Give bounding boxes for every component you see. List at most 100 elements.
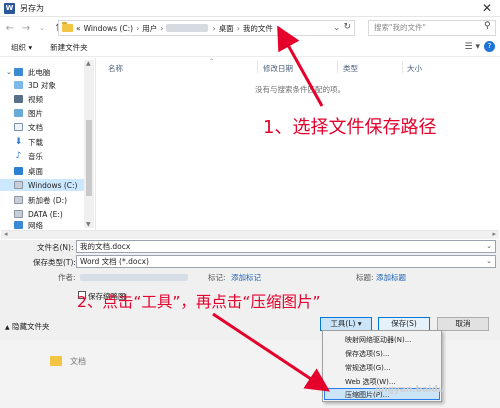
sidebar-item-label: 文档 [28, 122, 43, 132]
tags-label: 标记: [208, 273, 226, 282]
save-button[interactable]: 保存(S) [378, 317, 430, 331]
drive-icon [14, 181, 23, 189]
breadcrumb-users[interactable]: 用户 [142, 23, 157, 34]
column-header-size[interactable]: 大小 [407, 63, 422, 74]
cancel-button[interactable]: 取消 [437, 317, 489, 331]
sidebar-item-pictures[interactable]: 图片 [14, 107, 43, 119]
file-list[interactable]: ⌃ 名称 修改日期 类型 大小 没有与搜索条件匹配的项。 [97, 58, 500, 230]
sidebar-item-3d-objects[interactable]: 3D 对象 [14, 79, 56, 91]
refresh-icon[interactable]: ↻ [343, 22, 351, 32]
sidebar-item-network[interactable]: 网络 [14, 221, 43, 229]
network-icon [14, 221, 23, 229]
filename-label: 文件名(N): [37, 243, 74, 252]
navigation-pane-scrollbar[interactable]: ▲ ▼ [84, 60, 94, 228]
download-icon: ⬇ [14, 137, 23, 147]
add-title-link[interactable]: 添加标题 [376, 272, 406, 283]
column-header-name[interactable]: 名称 [108, 63, 123, 74]
help-icon[interactable]: ? [484, 41, 495, 52]
sidebar-item-this-pc[interactable]: ⌄ 此电脑 [6, 66, 50, 78]
column-header-type[interactable]: 类型 [343, 63, 358, 74]
chevron-down-icon[interactable]: ⌄ [486, 241, 492, 252]
annotation-step-2: 2、点击“工具”，再点击“压缩图片” [77, 293, 321, 311]
sidebar-item-desktop[interactable]: 桌面 [14, 165, 43, 177]
sidebar-item-windows-c[interactable]: Windows (C:) [0, 179, 84, 191]
search-input[interactable]: 搜索"我的文件" [368, 20, 496, 36]
sidebar-item-label: 下载 [28, 137, 43, 147]
title-label: 标题: [356, 273, 374, 282]
search-icon[interactable]: ⚲ [484, 21, 496, 31]
breadcrumb-username-redacted[interactable] [166, 24, 209, 32]
menu-item-map-network-drive[interactable]: 映射网络驱动器(N)... [327, 334, 437, 346]
back-arrow-icon[interactable]: ← [4, 23, 16, 34]
tools-button-label: 工具(L) [330, 319, 356, 328]
sidebar-item-label: 桌面 [28, 166, 43, 176]
scrollbar-thumb[interactable] [86, 120, 92, 196]
scroll-left-icon[interactable]: ◂ [4, 230, 8, 238]
scroll-down-icon[interactable]: ▼ [86, 221, 91, 228]
hide-folders-button[interactable]: ▲ 隐藏文件夹 [5, 321, 50, 332]
breadcrumb-current-folder[interactable]: 我的文件 [243, 23, 273, 34]
author-label: 作者: [58, 273, 76, 282]
recent-dropdown-icon[interactable]: ⌄ [36, 24, 48, 32]
breadcrumb-desktop[interactable]: 桌面 [219, 23, 234, 34]
chevron-down-icon: ▾ [357, 319, 362, 328]
address-bar[interactable]: « Windows (C:) › 用户 › › 桌面 › 我的文件 ⌄ ↻ [58, 20, 355, 36]
new-folder-button[interactable]: 新建文件夹 [50, 42, 88, 53]
folder-icon [50, 356, 62, 366]
video-icon [14, 95, 23, 103]
navigation-bar: ← → ⌄ ↑ « Windows (C:) › 用户 › › 桌面 › 我的文… [0, 17, 500, 39]
sidebar-item-new-volume-d[interactable]: 新加卷 (D:) [14, 194, 67, 206]
organize-button[interactable]: 组织 ▾ [11, 42, 32, 53]
view-options-icon[interactable]: ☰ ▾ [465, 42, 480, 52]
sidebar-item-videos[interactable]: 视频 [14, 93, 43, 105]
column-divider[interactable] [257, 61, 258, 73]
background-item-label: 文档 [70, 357, 86, 366]
save-type-select[interactable]: Word 文档 (*.docx) ⌄ [76, 255, 496, 268]
sidebar-item-label: 新加卷 (D:) [28, 195, 68, 205]
column-divider[interactable] [402, 61, 403, 73]
sidebar-item-music[interactable]: ♪ 音乐 [14, 150, 43, 162]
chevron-down-icon[interactable]: ⌄ [486, 256, 492, 267]
annotation-step-1: 1、选择文件保存路径 [263, 117, 437, 138]
sidebar-item-label: 3D 对象 [28, 80, 56, 90]
sidebar-item-label: 视频 [28, 94, 43, 104]
scroll-up-icon[interactable]: ▲ [86, 60, 91, 67]
sidebar-item-label: DATA (E:) [28, 209, 63, 219]
expand-icon[interactable]: ⌄ [6, 68, 12, 76]
column-divider[interactable] [337, 61, 338, 73]
chevron-up-icon: ▲ [5, 324, 10, 331]
chevron-right-icon: › [160, 23, 164, 33]
menu-item-general-options[interactable]: 常规选项(G)... [327, 362, 437, 374]
pictures-icon [14, 109, 23, 117]
tools-button[interactable]: 工具(L) ▾ [320, 317, 372, 331]
music-icon: ♪ [15, 151, 22, 161]
close-icon[interactable]: ✕ [482, 1, 492, 15]
folder-icon [62, 22, 73, 32]
chevron-down-icon[interactable]: ⌄ [333, 23, 340, 32]
empty-results-message: 没有与搜索条件匹配的项。 [255, 85, 345, 94]
save-type-value: Word 文档 (*.docx) [80, 257, 149, 266]
horizontal-scrollbar[interactable]: ◂ ▸ [1, 230, 499, 239]
column-header-modified[interactable]: 修改日期 [263, 63, 293, 74]
add-tags-link[interactable]: 添加标记 [231, 272, 261, 283]
3d-objects-icon [14, 81, 23, 89]
scroll-right-icon[interactable]: ▸ [492, 230, 496, 238]
sidebar-item-data-e[interactable]: DATA (E:) [14, 208, 63, 220]
document-icon [14, 123, 23, 131]
filename-input[interactable]: 我的文档.docx ⌄ [76, 240, 496, 253]
watermark-text: jingyan.baidu [375, 385, 445, 395]
author-value-redacted[interactable] [80, 274, 188, 281]
save-type-label: 保存类型(T): [33, 258, 76, 267]
breadcrumb-overflow[interactable]: « [76, 24, 81, 33]
sidebar-item-documents[interactable]: 文档 [14, 121, 43, 133]
chevron-right-icon: › [136, 23, 140, 33]
menu-item-save-options[interactable]: 保存选项(S)... [327, 348, 437, 360]
sidebar-item-label: 此电脑 [27, 67, 51, 77]
navigation-pane: ⌄ 此电脑 3D 对象 视频 图片 文档 ⬇ 下载 ♪ 音乐 桌面 Window… [0, 58, 96, 230]
computer-icon [13, 68, 23, 76]
drive-icon [14, 196, 23, 204]
forward-arrow-icon[interactable]: → [20, 23, 32, 34]
breadcrumb-drive[interactable]: Windows (C:) [84, 24, 133, 33]
chevron-right-icon: › [236, 23, 240, 33]
sidebar-item-downloads[interactable]: ⬇ 下载 [14, 136, 43, 148]
